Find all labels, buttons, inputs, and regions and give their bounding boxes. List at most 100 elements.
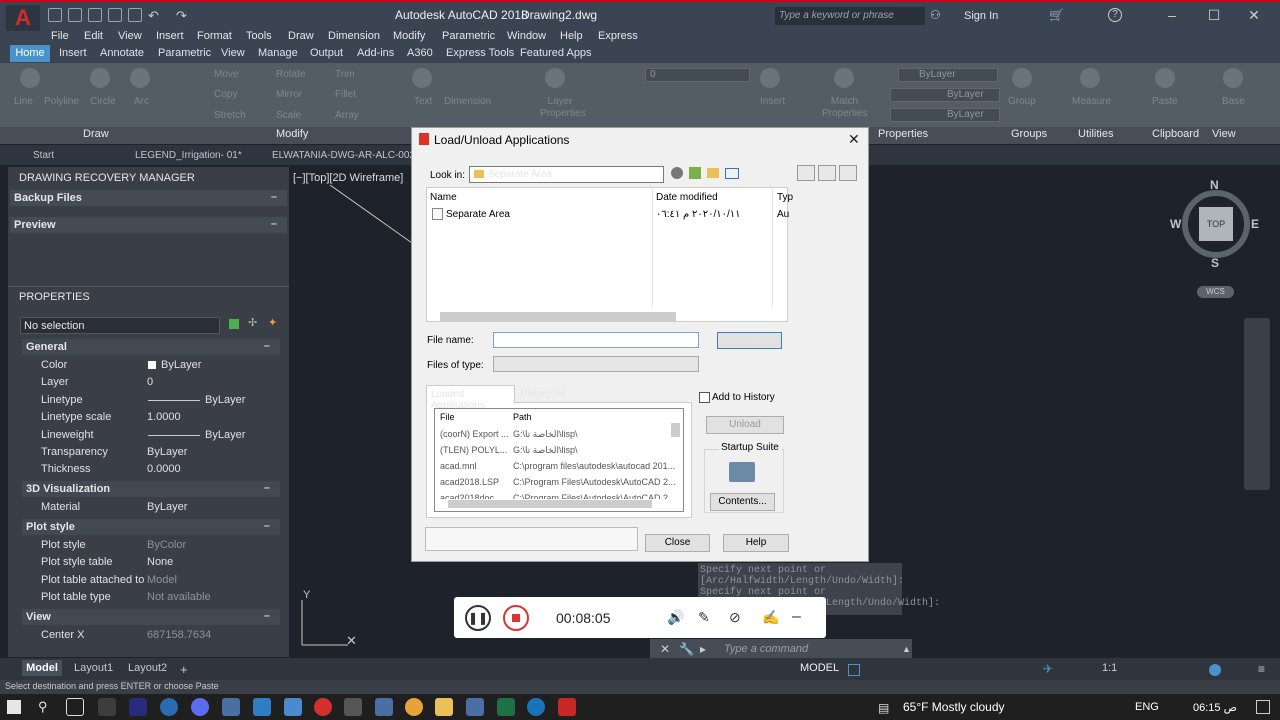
prop-value[interactable]: ByLayer — [147, 446, 187, 458]
section-plot-style[interactable]: Plot style – — [22, 519, 280, 535]
files-type-dropdown[interactable]: AutoCAD Apps (*.arx;*.crx;*.lsp;*.dvb;*.… — [493, 356, 699, 372]
search-icon[interactable]: ⚲ — [38, 699, 48, 715]
menu-express[interactable]: Express — [598, 30, 638, 42]
close-window-button[interactable]: ✕ — [1242, 4, 1266, 26]
list-item-path[interactable]: C:\Program Files\Autodesk\AutoCAD 2... — [513, 493, 676, 499]
prop-value[interactable]: 1.0000 — [147, 411, 181, 423]
compass-east[interactable]: E — [1251, 217, 1259, 231]
layer-dropdown[interactable]: 0 — [645, 68, 750, 82]
dialog-close-icon[interactable]: ✕ — [848, 131, 860, 148]
fillet-label[interactable]: Fillet — [335, 89, 356, 100]
group-icon[interactable] — [1012, 68, 1032, 88]
print-icon[interactable] — [128, 8, 142, 22]
array-label[interactable]: Array — [335, 110, 359, 121]
close-cmd-icon[interactable]: ✕ — [660, 642, 670, 656]
doc-tab-start[interactable]: Start — [33, 150, 54, 161]
backup-files-header[interactable]: Backup Files – — [10, 190, 287, 206]
compass-north[interactable]: N — [1210, 178, 1219, 192]
unload-button[interactable]: Unload — [706, 416, 784, 434]
webcam-off-icon[interactable]: ⊘ — [729, 609, 741, 626]
panel-clipboard[interactable]: Clipboard — [1152, 128, 1199, 140]
select-objects-icon[interactable]: ✢ — [248, 316, 257, 329]
calendar-icon[interactable] — [253, 698, 271, 716]
contents-button[interactable]: Contents... — [710, 493, 775, 511]
base-icon[interactable] — [1223, 68, 1243, 88]
command-input[interactable]: Type a command — [724, 643, 808, 655]
look-in-dropdown[interactable]: Separate Area — [469, 166, 664, 183]
panel-draw[interactable]: Draw — [83, 128, 109, 140]
section-general[interactable]: General – — [22, 339, 280, 355]
collapse-icon[interactable]: – — [264, 610, 270, 622]
app-icon[interactable] — [222, 698, 240, 716]
file-row-name[interactable]: Separate Area — [446, 209, 510, 220]
panel-groups[interactable]: Groups — [1011, 128, 1047, 140]
tab-featured-apps[interactable]: Featured Apps — [520, 47, 592, 59]
grid-icon[interactable] — [848, 664, 860, 676]
pause-icon[interactable]: ❚❚ — [465, 605, 491, 631]
doc-tab-legend[interactable]: LEGEND_Irrigation- 01* — [135, 150, 242, 161]
open-icon[interactable] — [68, 8, 82, 22]
help-button[interactable]: Help — [723, 534, 789, 552]
arc-icon[interactable] — [130, 68, 150, 88]
prop-value[interactable]: ByLayer — [147, 501, 187, 513]
tab-output[interactable]: Output — [310, 47, 343, 59]
customization-icon[interactable]: ≡ — [1258, 662, 1265, 676]
list-item[interactable]: acad2018.LSP — [440, 477, 499, 487]
menu-edit[interactable]: Edit — [84, 30, 103, 42]
draw-icon[interactable]: ✍ — [762, 609, 779, 626]
close-button[interactable]: Close — [645, 534, 710, 552]
list-item[interactable]: (TLEN) POLYL... — [440, 445, 507, 455]
tab-home[interactable]: Home — [10, 45, 50, 62]
section-view[interactable]: View – — [22, 609, 280, 625]
tab-manage[interactable]: Manage — [258, 47, 298, 59]
tab-view[interactable]: View — [221, 47, 245, 59]
stretch-label[interactable]: Stretch — [214, 110, 246, 121]
tab-a360[interactable]: A360 — [407, 47, 433, 59]
compass-west[interactable]: W — [1170, 217, 1181, 231]
col-name[interactable]: Name — [430, 192, 457, 203]
col-date[interactable]: Date modified — [656, 192, 718, 203]
weather-icon[interactable]: ▤ — [878, 701, 889, 715]
wcs-menu[interactable]: WCS — [1197, 286, 1234, 298]
prop-value[interactable]: 0.0000 — [147, 463, 181, 475]
list-item[interactable]: acad.mnl — [440, 461, 477, 471]
load-button[interactable]: Load — [717, 332, 782, 349]
weather-text[interactable]: 65°F Mostly cloudy — [903, 700, 1005, 714]
collapse-icon[interactable]: – — [264, 482, 270, 494]
collapse-icon[interactable]: – — [271, 191, 277, 203]
prop-value[interactable]: 0 — [147, 376, 153, 388]
list-item-path[interactable]: G:\الخاصة تا\lisp\ — [513, 445, 578, 456]
store-icon[interactable] — [98, 698, 116, 716]
linetype-dropdown[interactable]: ByLayer — [890, 108, 1000, 122]
menu-insert[interactable]: Insert — [156, 30, 184, 42]
menu-tools[interactable]: Tools — [246, 30, 272, 42]
tab-layout2[interactable]: Layout2 — [128, 662, 167, 674]
tab-express-tools[interactable]: Express Tools — [446, 47, 514, 59]
quick-select-icon[interactable]: ✦ — [268, 316, 277, 329]
premiere-icon[interactable] — [129, 698, 147, 716]
sign-in-button[interactable]: Sign In — [964, 10, 998, 22]
line-icon[interactable] — [20, 68, 40, 88]
file-row-date[interactable]: ٢٠٢٠/١٠/١١ م ٠٦:٤١ — [656, 209, 741, 220]
list-horizontal-scrollbar[interactable] — [448, 500, 652, 508]
viewcube-top[interactable]: TOP — [1199, 207, 1233, 241]
section-3d-visualization[interactable]: 3D Visualization – — [22, 481, 280, 497]
collapse-icon[interactable]: – — [264, 520, 270, 532]
match-properties-icon[interactable] — [834, 68, 854, 88]
preview-header[interactable]: Preview – — [10, 217, 287, 233]
list-item-path[interactable]: C:\program files\autodesk\autocad 201... — [513, 461, 675, 471]
locate-icon[interactable] — [818, 165, 836, 181]
panel-modify[interactable]: Modify — [276, 128, 308, 140]
layer-properties-icon[interactable] — [545, 68, 565, 88]
file-name-input[interactable] — [493, 332, 699, 348]
menu-draw[interactable]: Draw — [288, 30, 314, 42]
menu-view[interactable]: View — [118, 30, 142, 42]
selection-dropdown[interactable]: No selection — [20, 317, 220, 334]
collapse-icon[interactable]: – — [271, 218, 277, 230]
lineweight-dropdown[interactable]: ByLayer — [890, 88, 1000, 102]
app-icon[interactable] — [527, 698, 545, 716]
text-icon[interactable] — [412, 68, 432, 88]
recent-commands-icon[interactable]: ▲ — [902, 644, 911, 654]
tab-add-ins[interactable]: Add-ins — [357, 47, 394, 59]
new-icon[interactable] — [48, 8, 62, 22]
